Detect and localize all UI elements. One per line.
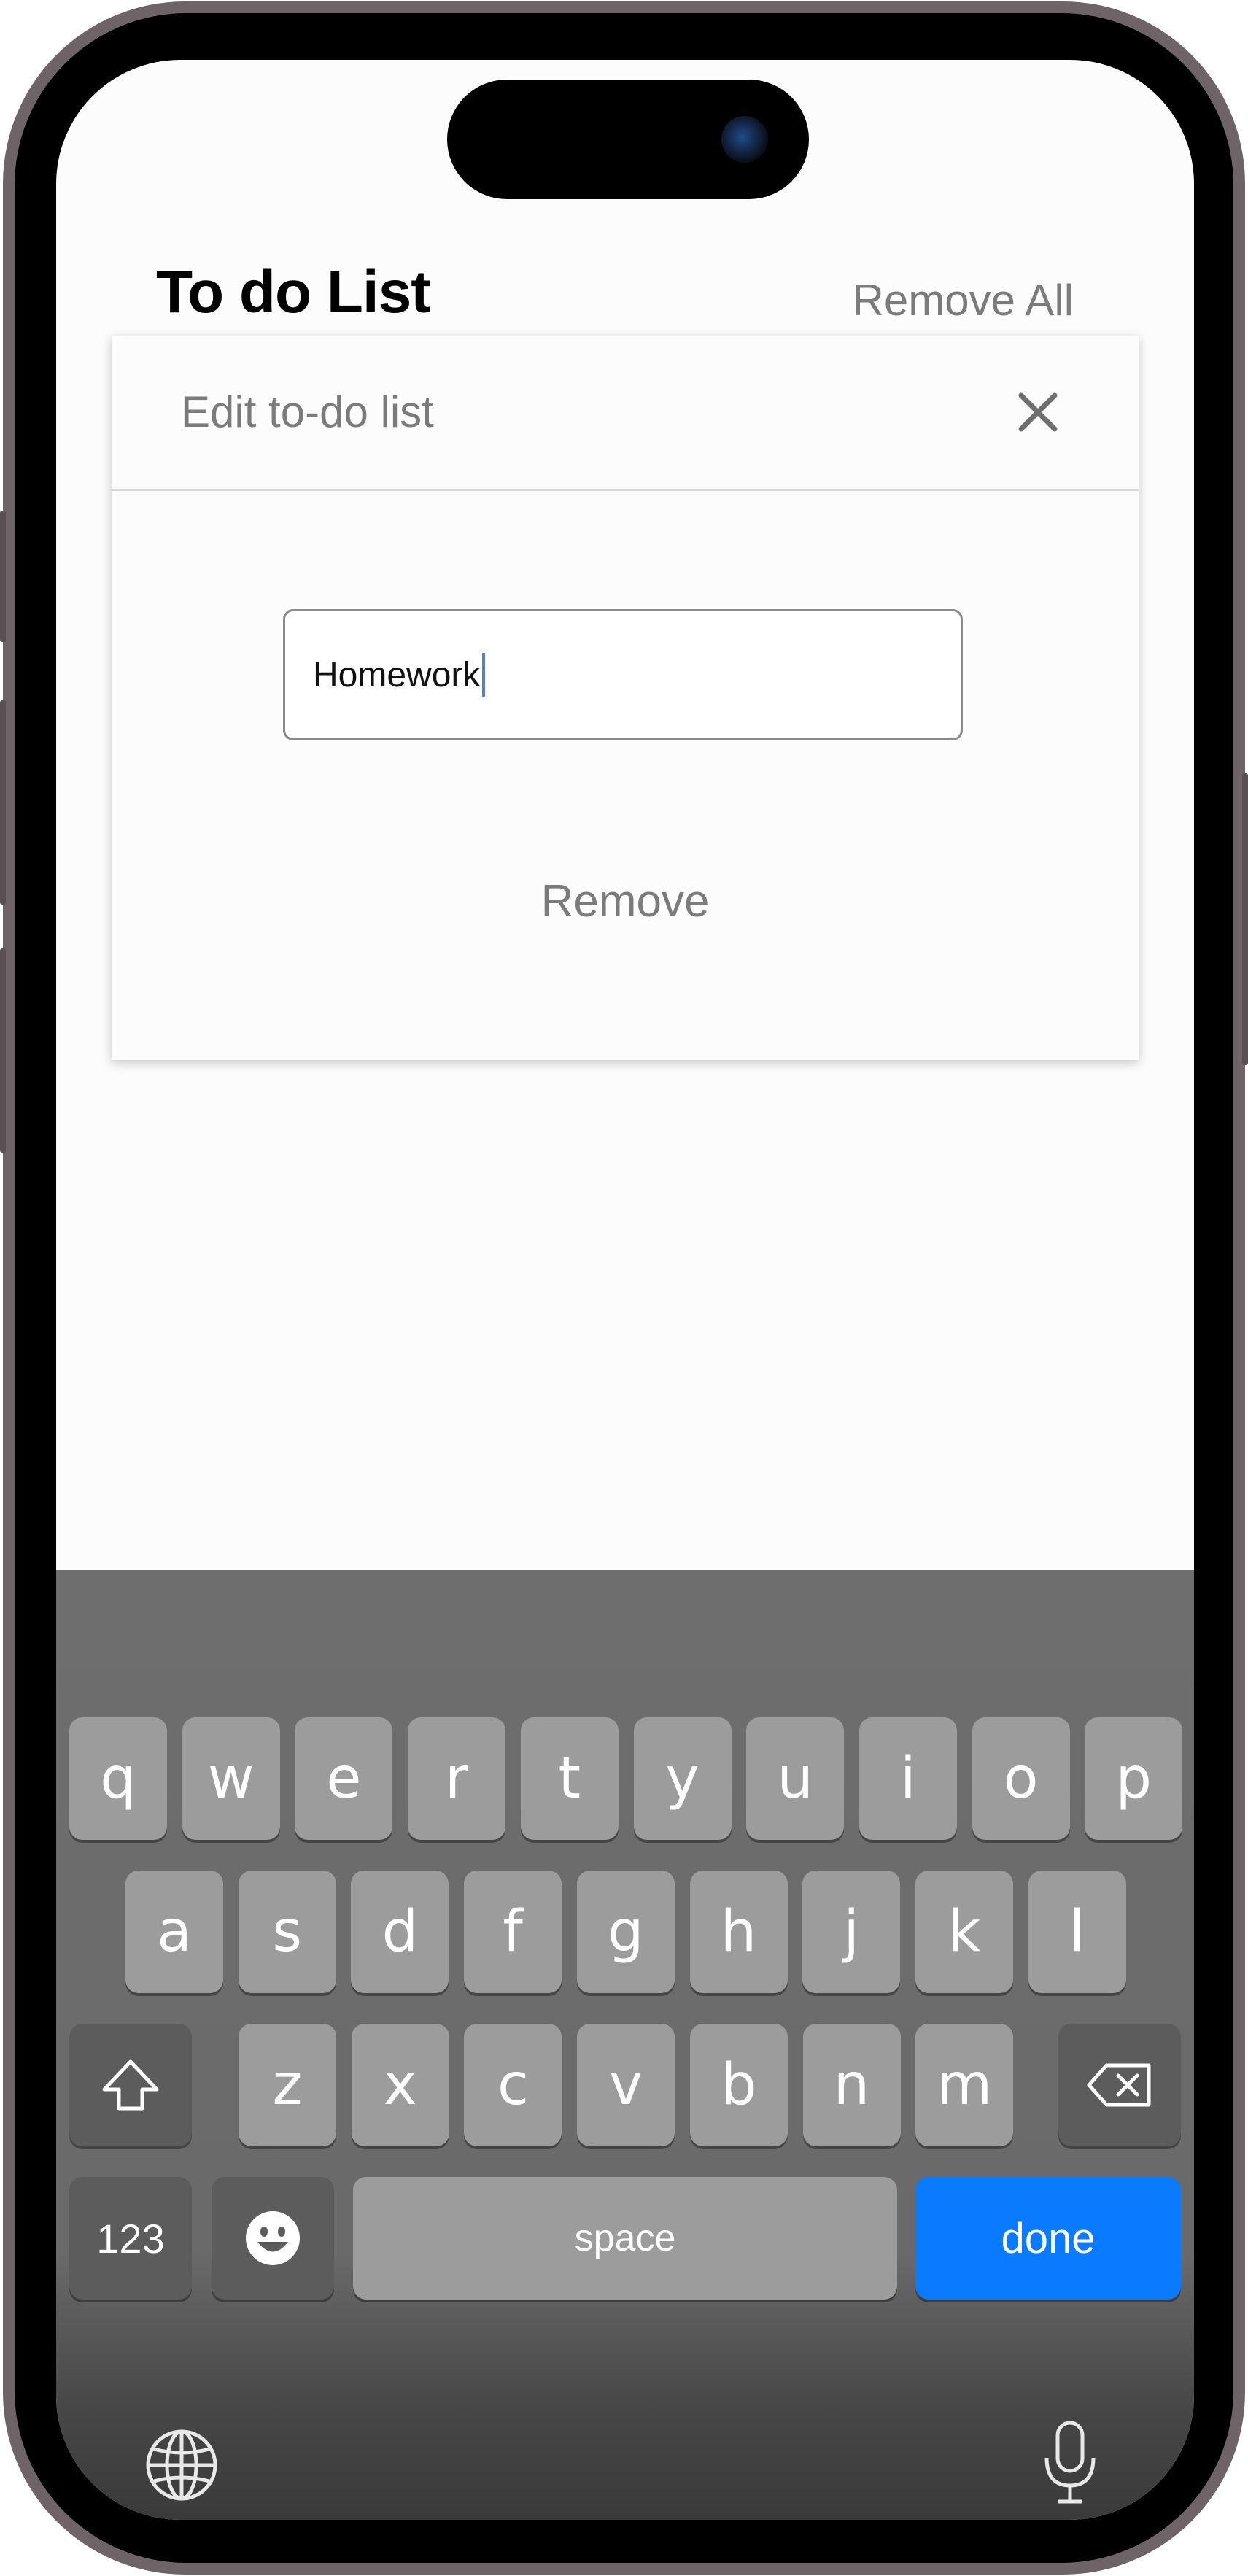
key-e[interactable]: e [295, 1717, 393, 1840]
key-c[interactable]: c [464, 2024, 562, 2146]
key-t[interactable]: t [520, 1717, 619, 1840]
edit-dialog: Edit to-do list Homework Remove [112, 336, 1139, 1060]
numbers-key[interactable]: 123 [69, 2177, 192, 2300]
key-d[interactable]: d [351, 1871, 449, 1993]
key-i[interactable]: i [859, 1717, 957, 1840]
keyboard: qwertyuiop asdfghjkl zxcvbnm 123 space d… [56, 1570, 1194, 2520]
power-button [1242, 773, 1248, 1065]
remove-button[interactable]: Remove [112, 875, 1139, 927]
volume-up-button [0, 700, 6, 905]
backspace-icon [1087, 2063, 1151, 2107]
shift-key[interactable] [69, 2024, 192, 2146]
page-title: To do List [156, 259, 431, 325]
key-h[interactable]: h [689, 1871, 788, 1993]
dynamic-island [447, 80, 809, 199]
action-button [0, 511, 6, 642]
key-s[interactable]: s [238, 1871, 336, 1993]
key-b[interactable]: b [689, 2024, 788, 2146]
text-cursor [482, 653, 486, 697]
todo-input-value: Homework [313, 655, 481, 695]
key-q[interactable]: q [69, 1717, 167, 1840]
key-v[interactable]: v [577, 2024, 675, 2146]
key-p[interactable]: p [1085, 1717, 1183, 1840]
emoji-key[interactable] [212, 2177, 334, 2300]
done-key[interactable]: done [915, 2177, 1181, 2300]
key-j[interactable]: j [802, 1871, 901, 1993]
microphone-icon[interactable] [1041, 2420, 1099, 2507]
key-k[interactable]: k [915, 1871, 1013, 1993]
key-f[interactable]: f [464, 1871, 562, 1993]
backspace-key[interactable] [1058, 2024, 1181, 2146]
close-icon[interactable] [1014, 388, 1062, 436]
volume-down-button [0, 948, 6, 1153]
key-n[interactable]: n [802, 2024, 901, 2146]
shift-icon [102, 2059, 159, 2111]
remove-all-button[interactable]: Remove All [853, 275, 1074, 325]
key-w[interactable]: w [182, 1717, 280, 1840]
space-key[interactable]: space [353, 2177, 897, 2300]
key-m[interactable]: m [915, 2024, 1014, 2146]
dialog-title: Edit to-do list [181, 387, 434, 436]
dialog-header: Edit to-do list [112, 336, 1139, 491]
screen: To do List Remove All Edit to-do list Ho… [56, 60, 1194, 2520]
key-r[interactable]: r [408, 1717, 506, 1840]
key-a[interactable]: a [125, 1871, 223, 1993]
key-o[interactable]: o [972, 1717, 1070, 1840]
camera-icon [721, 116, 768, 163]
globe-icon[interactable] [144, 2427, 220, 2503]
emoji-icon [246, 2211, 300, 2265]
key-y[interactable]: y [633, 1717, 732, 1840]
key-g[interactable]: g [576, 1871, 675, 1993]
key-z[interactable]: z [239, 2024, 336, 2146]
key-u[interactable]: u [746, 1717, 845, 1840]
key-l[interactable]: l [1028, 1871, 1126, 1993]
todo-text-field[interactable]: Homework [283, 609, 963, 740]
key-x[interactable]: x [351, 2024, 449, 2146]
